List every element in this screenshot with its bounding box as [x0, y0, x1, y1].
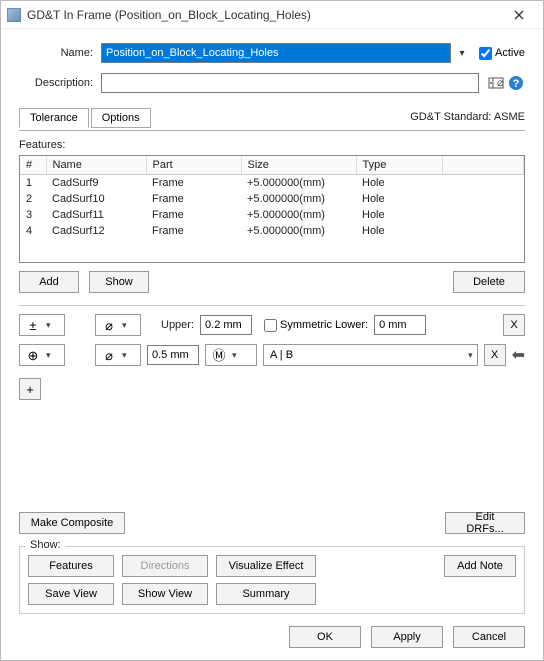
name-input[interactable]	[101, 43, 451, 63]
features-heading: Features:	[19, 139, 525, 151]
show-view-button[interactable]: Show View	[122, 583, 208, 605]
diameter-icon: ⌀	[100, 319, 118, 332]
chevron-down-icon: ▾	[232, 350, 237, 361]
svg-text:⌀: ⌀	[497, 77, 504, 89]
app-icon	[7, 8, 21, 22]
chevron-down-icon: ▾	[122, 350, 127, 361]
chevron-down-icon: ▾	[468, 350, 473, 361]
tolerance-type-dropdown[interactable]: ± ▾	[19, 314, 65, 336]
chevron-down-icon: ▾	[46, 350, 51, 361]
col-num[interactable]: #	[20, 156, 46, 175]
features-table[interactable]: # Name Part Size Type 1CadSurf9Frame+5.0…	[19, 155, 525, 263]
chevron-down-icon: ▾	[122, 320, 127, 331]
description-input[interactable]	[101, 73, 479, 93]
active-label: Active	[495, 47, 525, 59]
chevron-down-icon: ▾	[46, 320, 51, 331]
col-name[interactable]: Name	[46, 156, 146, 175]
features-button[interactable]: Features	[28, 555, 114, 577]
datum-value: A | B	[268, 349, 464, 361]
add-tolerance-row-button[interactable]: +	[19, 378, 41, 400]
position-icon: ⊕	[24, 349, 42, 362]
table-row[interactable]: 1CadSurf9Frame+5.000000(mm)Hole	[20, 175, 524, 192]
cancel-button[interactable]: Cancel	[453, 626, 525, 648]
close-button[interactable]	[501, 3, 537, 27]
modifier-dropdown-2[interactable]: ⌀ ▾	[95, 344, 141, 366]
arrow-left-icon: ⬅	[512, 345, 525, 365]
ok-button[interactable]: OK	[289, 626, 361, 648]
name-label: Name:	[19, 47, 97, 59]
remove-row-button-2[interactable]: X	[484, 344, 506, 366]
col-type[interactable]: Type	[356, 156, 442, 175]
material-modifier-dropdown[interactable]: Ⓜ ▾	[205, 344, 257, 366]
make-composite-button[interactable]: Make Composite	[19, 512, 125, 534]
save-view-button[interactable]: Save View	[28, 583, 114, 605]
table-row[interactable]: 3CadSurf11Frame+5.000000(mm)Hole	[20, 207, 524, 223]
tab-tolerance[interactable]: Tolerance	[19, 108, 89, 128]
material-condition-icon: Ⓜ	[210, 349, 228, 362]
show-legend: Show:	[26, 539, 65, 551]
description-label: Description:	[19, 77, 97, 89]
symmetric-lower-wrap[interactable]: Symmetric Lower:	[264, 319, 368, 332]
divider	[19, 305, 525, 306]
help-icon[interactable]: ?	[507, 74, 525, 92]
gdt-symbol-icon[interactable]: ⌀	[487, 74, 505, 92]
show-groupbox: Show: Features Directions Visualize Effe…	[19, 546, 525, 614]
show-button[interactable]: Show	[89, 271, 149, 293]
directions-button: Directions	[122, 555, 208, 577]
tolerance-type-dropdown-2[interactable]: ⊕ ▾	[19, 344, 65, 366]
lower-input[interactable]	[374, 315, 426, 335]
svg-text:?: ?	[513, 78, 520, 90]
close-icon	[514, 10, 524, 20]
apply-button[interactable]: Apply	[371, 626, 443, 648]
add-button[interactable]: Add	[19, 271, 79, 293]
table-row[interactable]: 2CadSurf10Frame+5.000000(mm)Hole	[20, 191, 524, 207]
add-note-button[interactable]: Add Note	[444, 555, 516, 577]
delete-button[interactable]: Delete	[453, 271, 525, 293]
gdt-standard-label: GD&T Standard: ASME	[410, 111, 525, 123]
name-dropdown-chevron[interactable]: ▾	[455, 48, 469, 59]
edit-drfs-button[interactable]: Edit DRFs...	[445, 512, 525, 534]
visualize-effect-button[interactable]: Visualize Effect	[216, 555, 316, 577]
summary-button[interactable]: Summary	[216, 583, 316, 605]
active-checkbox-wrap[interactable]: Active	[479, 47, 525, 60]
symmetric-lower-checkbox[interactable]	[264, 319, 277, 332]
diameter-icon: ⌀	[100, 349, 118, 362]
col-empty	[442, 156, 524, 175]
col-part[interactable]: Part	[146, 156, 241, 175]
symmetric-lower-label: Symmetric Lower:	[280, 319, 368, 331]
remove-row-button-1[interactable]: X	[503, 314, 525, 336]
modifier-dropdown-1[interactable]: ⌀ ▾	[95, 314, 141, 336]
col-size[interactable]: Size	[241, 156, 356, 175]
datum-dropdown[interactable]: A | B ▾	[263, 344, 478, 366]
active-checkbox[interactable]	[479, 47, 492, 60]
plus-minus-icon: ±	[24, 319, 42, 332]
upper-input[interactable]	[200, 315, 252, 335]
upper-label: Upper:	[161, 319, 194, 331]
tolerance-value-input[interactable]	[147, 345, 199, 365]
table-row[interactable]: 4CadSurf12Frame+5.000000(mm)Hole	[20, 223, 524, 239]
tab-options[interactable]: Options	[91, 108, 151, 128]
window-title: GD&T In Frame (Position_on_Block_Locatin…	[27, 8, 501, 22]
